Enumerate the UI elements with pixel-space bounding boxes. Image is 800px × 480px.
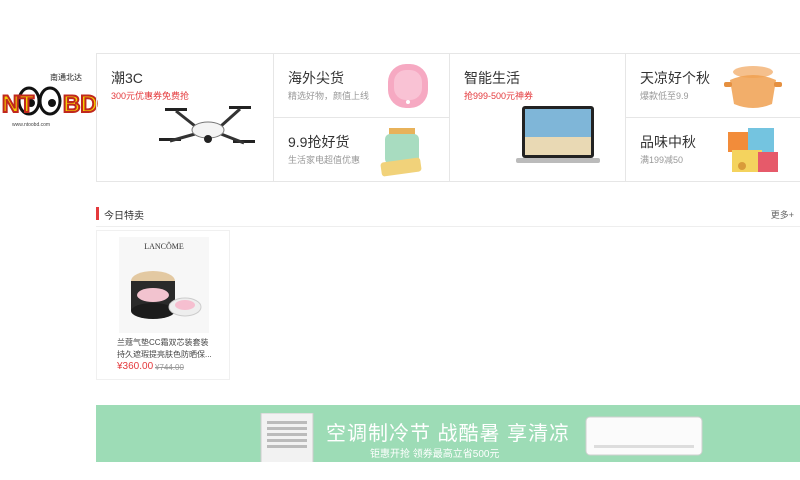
category-title: 品味中秋 bbox=[640, 134, 696, 150]
laptop-image bbox=[516, 106, 600, 163]
category-overseas[interactable]: 海外尖货 精选好物，颜值上线 bbox=[274, 54, 450, 118]
product-image: LANCÔME bbox=[119, 237, 209, 333]
product-price: ¥360.00 bbox=[117, 361, 154, 372]
wall-ac-image bbox=[585, 416, 703, 456]
toaster-image bbox=[380, 128, 422, 177]
category-3c[interactable]: 潮3C 300元优惠券免费抢 bbox=[97, 54, 274, 182]
drone-image bbox=[159, 106, 255, 145]
category-subtitle: 爆款低至9.9 bbox=[640, 91, 689, 101]
logo-tagline: 南通北达 bbox=[50, 72, 82, 82]
category-mid-autumn[interactable]: 品味中秋 满199减50 bbox=[626, 118, 800, 182]
category-title: 智能生活 bbox=[464, 70, 520, 86]
product-old-price: ¥744.00 bbox=[155, 363, 184, 372]
more-link[interactable]: 更多+ bbox=[771, 208, 794, 221]
banner-title: 空调制冷节 战酷暑 享清凉 bbox=[326, 423, 571, 445]
category-smart-life[interactable]: 智能生活 抢999-500元神券 bbox=[450, 54, 626, 182]
category-subtitle: 精选好物，颜值上线 bbox=[288, 91, 370, 101]
ac-promo-banner[interactable]: 空调制冷节 战酷暑 享清凉 钜惠开抢 领券最高立省500元 bbox=[96, 405, 800, 462]
product-brand: LANCÔME bbox=[144, 241, 184, 251]
category-subtitle: 生活家电超值优惠 bbox=[288, 155, 361, 165]
category-title: 潮3C bbox=[111, 70, 143, 86]
today-sale-header: 今日特卖 更多+ bbox=[96, 204, 800, 227]
banner-subtitle: 钜惠开抢 领券最高立省500元 bbox=[370, 449, 500, 460]
section-accent-bar bbox=[96, 207, 99, 220]
section-title: 今日特卖 bbox=[104, 211, 144, 222]
product-name: 兰蔻气垫CC霜双芯装套装 持久遮瑕提亮肤色防晒保... bbox=[117, 338, 212, 359]
category-subtitle: 抢999-500元神券 bbox=[464, 91, 534, 101]
category-9-9[interactable]: 9.9抢好货 生活家电超值优惠 bbox=[274, 118, 450, 182]
site-logo[interactable]: 南通北达 NT BD www.ntoobd.com bbox=[0, 68, 102, 130]
casserole-image bbox=[724, 66, 782, 108]
category-subtitle: 300元优惠券免费抢 bbox=[111, 91, 190, 101]
category-autumn[interactable]: 天凉好个秋 爆款低至9.9 bbox=[626, 54, 800, 118]
cleanser-image bbox=[388, 64, 428, 108]
category-title: 9.9抢好货 bbox=[288, 134, 350, 150]
svg-text:NT: NT bbox=[2, 91, 34, 118]
logo-url: www.ntoobd.com bbox=[12, 122, 50, 128]
tower-ac-image bbox=[260, 413, 314, 462]
category-title: 海外尖货 bbox=[288, 70, 344, 86]
svg-text:BD: BD bbox=[63, 91, 98, 118]
category-subtitle: 满199减50 bbox=[640, 155, 684, 165]
gift-box-image bbox=[728, 128, 778, 172]
category-grid: 潮3C 300元优惠券免费抢 海外尖货 精选好物，颜值上线 9.9抢好货 生活家… bbox=[96, 53, 800, 182]
category-title: 天凉好个秋 bbox=[640, 70, 710, 86]
product-card[interactable]: LANCÔME 兰蔻气垫CC霜双芯装套装 持久遮瑕提亮肤色防晒保... ¥360… bbox=[96, 230, 230, 380]
